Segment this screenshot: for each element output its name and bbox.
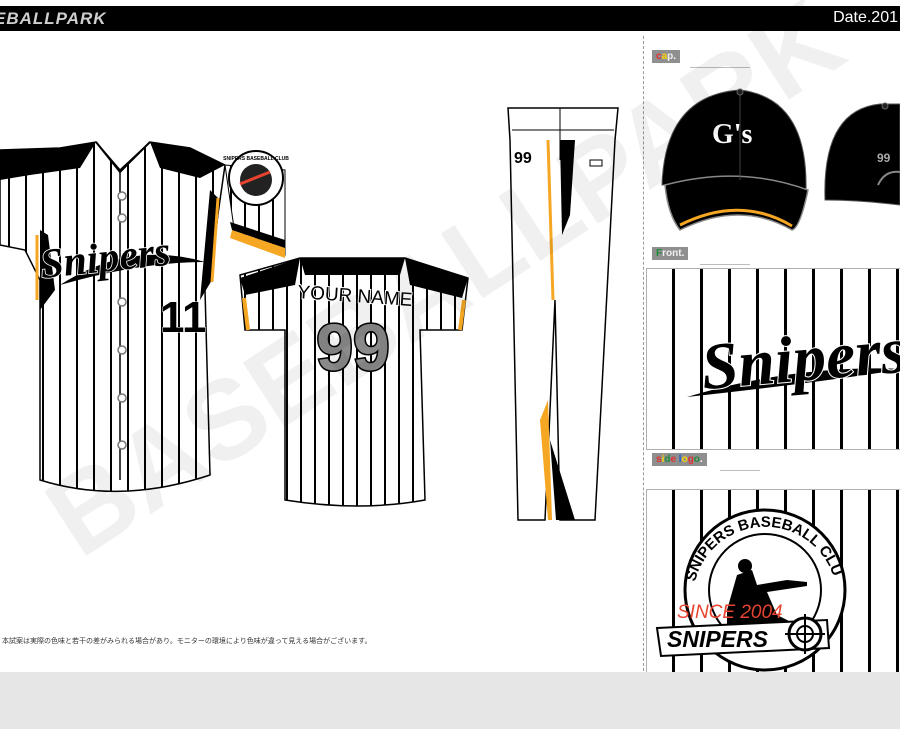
front-panel-logo: Snipers xyxy=(698,314,900,405)
side-logo-label-line xyxy=(720,470,760,471)
front-label-dot: . xyxy=(681,248,685,259)
brand-logo: EBALLPARK xyxy=(0,9,107,28)
sleeve-patch-text: SNIPERS BASEBALL CLUB xyxy=(223,156,289,162)
cap-label-line xyxy=(690,67,750,68)
cap-label-dot: . xyxy=(673,51,677,62)
header-bar: EBALLPARK Date.201 xyxy=(0,6,900,31)
front-jersey-number: 11 xyxy=(160,293,207,342)
front-section-label: Front. xyxy=(652,247,689,260)
front-label-line xyxy=(700,264,750,265)
pants-number: 99 xyxy=(514,150,532,167)
side-since-text: SINCE 2004 xyxy=(677,602,783,623)
cap-back-number: 99 xyxy=(877,151,891,165)
cap-section-label: cap. xyxy=(652,50,681,63)
side-logo-panel: SNIPERS BASEBALL CLUB SINCE 2004 SNIPERS xyxy=(646,489,900,672)
disclaimer-text: 本試案は実際の色味と若干の差がみられる場合があり。モニターの環境により色味が違っ… xyxy=(2,638,372,645)
side-team-text: SNIPERS xyxy=(667,626,769,652)
back-jersey-number: 99 xyxy=(316,310,389,384)
bottom-empty-area xyxy=(0,672,900,729)
side-logo-section-label: side logo. xyxy=(652,453,707,466)
front-logo-panel: Snipers xyxy=(646,268,900,450)
section-divider xyxy=(643,36,644,672)
cap-logo: G's xyxy=(712,119,753,150)
cap-back: 99 xyxy=(824,102,900,206)
design-sheet: EBALLPARK Date.201 Snipers 11 SNIPERS BA… xyxy=(0,0,900,672)
date-label: Date.201 xyxy=(833,9,898,26)
cap-front: G's xyxy=(661,88,809,231)
jersey-back: YOUR NAME 99 xyxy=(239,257,469,507)
pants: 99 xyxy=(507,107,619,521)
side-label-9: . xyxy=(699,454,703,465)
